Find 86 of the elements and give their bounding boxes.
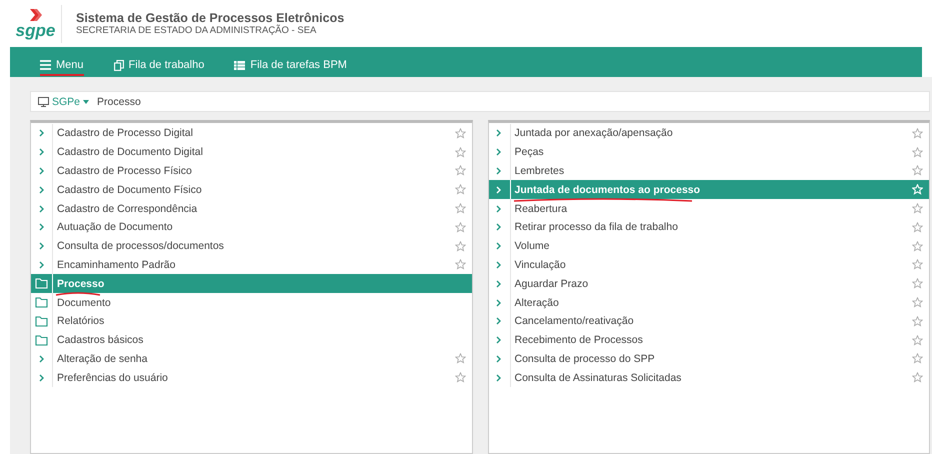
star-icon[interactable] xyxy=(912,165,923,176)
chevron-icon xyxy=(38,354,44,363)
folder-icon xyxy=(35,316,48,327)
logo-text: sgpe xyxy=(16,22,56,39)
chevron-icon xyxy=(496,298,502,307)
underline-mark xyxy=(55,291,101,298)
menu-item[interactable]: Alteração de senha xyxy=(31,350,472,368)
chevron-icon xyxy=(38,223,44,232)
chevron-icon xyxy=(496,280,502,288)
star-icon[interactable] xyxy=(454,353,466,364)
menu-item[interactable]: Preferências do usuário xyxy=(31,368,472,388)
chevron-icon xyxy=(496,129,502,138)
chevron-icon xyxy=(496,317,502,326)
folder-icon xyxy=(35,297,48,308)
menu-item[interactable]: Documento xyxy=(31,293,472,312)
star-icon[interactable] xyxy=(912,372,923,384)
menu-item[interactable]: Cadastro de Processo Digital xyxy=(31,124,472,143)
star-icon[interactable] xyxy=(912,334,923,346)
chevron-icon xyxy=(496,374,502,382)
chevron-icon xyxy=(496,354,502,363)
list-icon xyxy=(234,60,246,70)
menu-item[interactable]: Volume xyxy=(488,236,929,256)
breadcrumb-current: Processo xyxy=(97,96,141,108)
chevron-icon xyxy=(38,166,44,175)
menu-item[interactable]: Reabertura xyxy=(488,199,929,218)
folder-icon xyxy=(35,334,48,346)
star-icon[interactable] xyxy=(912,259,923,270)
menu-item[interactable]: Cancelamento/reativação xyxy=(488,312,929,331)
chevron-icon xyxy=(38,204,44,213)
star-icon[interactable] xyxy=(454,165,466,176)
menu-item[interactable]: Consulta de processos/documentos xyxy=(31,236,472,256)
chevron-icon xyxy=(38,260,44,269)
monitor-icon xyxy=(38,96,49,106)
chevron-icon xyxy=(38,186,44,194)
menu-item[interactable]: Autuação de Documento xyxy=(31,218,472,237)
star-icon[interactable] xyxy=(912,203,923,214)
star-icon[interactable] xyxy=(912,316,923,327)
star-icon[interactable] xyxy=(454,184,466,196)
menu-item[interactable]: Relatórios xyxy=(31,312,472,331)
menu-item[interactable]: Cadastro de Documento Físico xyxy=(31,180,472,200)
menu-item[interactable]: Cadastro de Correspondência xyxy=(31,199,472,218)
caret-icon xyxy=(83,100,90,104)
chevron-icon xyxy=(38,242,44,250)
app-title: Sistema de Gestão de Processos Eletrônicos xyxy=(76,11,344,25)
menu-item[interactable]: Cadastros básicos xyxy=(31,330,472,350)
chevron-icon xyxy=(496,242,502,250)
logo-arrow-icon xyxy=(28,8,42,22)
chevron-icon xyxy=(496,204,502,213)
chevron-icon xyxy=(38,148,44,156)
star-icon[interactable] xyxy=(454,128,466,139)
star-icon[interactable] xyxy=(912,222,923,233)
star-icon[interactable] xyxy=(454,240,466,252)
menu-icon xyxy=(40,60,51,70)
menu-item[interactable]: Aguardar Prazo xyxy=(488,274,929,294)
copy-icon xyxy=(114,60,124,70)
menu-item[interactable]: Consulta de Assinaturas Solicitadas xyxy=(488,368,929,388)
star-icon[interactable] xyxy=(912,278,923,290)
chevron-icon xyxy=(496,166,502,175)
app-subtitle: SECRETARIA DE ESTADO DA ADMINISTRAÇÃO - SEA xyxy=(76,25,318,36)
star-icon[interactable] xyxy=(912,240,923,252)
chevron-icon xyxy=(496,260,502,269)
chevron-icon xyxy=(496,336,502,344)
menu-item[interactable]: Vinculação xyxy=(488,256,929,274)
menu-item[interactable]: Recebimento de Processos xyxy=(488,330,929,350)
chevron-icon xyxy=(38,374,44,382)
chevron-icon xyxy=(38,129,44,138)
star-icon[interactable] xyxy=(454,222,466,233)
star-icon[interactable] xyxy=(912,297,923,308)
chevron-icon xyxy=(496,148,502,156)
star-icon[interactable] xyxy=(454,259,466,270)
star-icon[interactable] xyxy=(912,146,923,158)
menu-item[interactable]: Cadastro de Documento Digital xyxy=(31,142,472,162)
folder-icon xyxy=(35,278,48,290)
chevron-icon xyxy=(496,186,502,194)
menu-item[interactable]: Peças xyxy=(488,142,929,162)
star-icon[interactable] xyxy=(912,353,923,364)
star-icon[interactable] xyxy=(454,372,466,384)
menu-item[interactable]: Retirar processo da fila de trabalho xyxy=(488,218,929,237)
chevron-icon xyxy=(496,223,502,232)
menu-item[interactable]: Alteração xyxy=(488,293,929,312)
star-icon[interactable] xyxy=(454,203,466,214)
star-icon[interactable] xyxy=(454,146,466,158)
menu-item[interactable]: Cadastro de Processo Físico xyxy=(31,162,472,180)
menu-item[interactable]: Juntada por anexação/apensação xyxy=(488,124,929,143)
menu-item[interactable]: Consulta de processo do SPP xyxy=(488,350,929,368)
star-icon[interactable] xyxy=(912,128,923,139)
